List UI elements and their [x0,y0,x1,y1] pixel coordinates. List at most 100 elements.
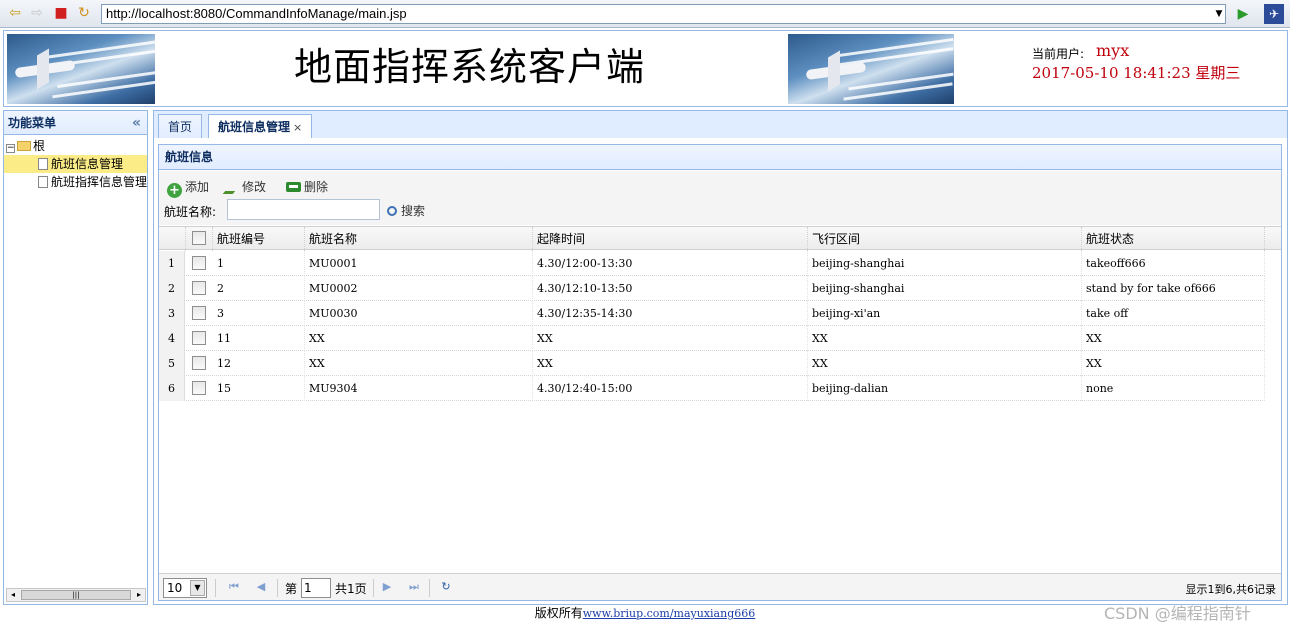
collapse-icon[interactable]: « [132,111,141,135]
stop-icon[interactable]: ■ [52,4,70,22]
tab-flight-info[interactable]: 航班信息管理 × [208,114,313,140]
add-button-label: 添加 [185,180,210,194]
table-cell-id: 2 [213,276,305,301]
divider [373,579,374,597]
row-number: 1 [159,251,185,276]
prev-page-icon[interactable]: ◀ [254,579,268,595]
row-checkbox[interactable] [192,381,206,395]
tab-label: 首页 [168,120,193,134]
scrollbar-thumb[interactable]: ||| [21,590,131,600]
column-header[interactable]: 航班编号 [213,227,305,251]
select-all-cell [186,227,213,251]
row-checkbox[interactable] [192,281,206,295]
row-checkbox[interactable] [192,306,206,320]
column-header[interactable]: 飞行区间 [808,227,1082,251]
close-icon[interactable]: × [293,121,302,134]
select-all-checkbox[interactable] [192,231,206,245]
function-menu-title: 功能菜单 [8,116,57,130]
row-checkbox[interactable] [192,331,206,345]
go-icon[interactable]: ▶ [1234,5,1252,23]
flight-name-search-input[interactable] [227,199,380,220]
edit-button-label: 修改 [242,180,267,194]
watermark: CSDN @编程指南针 [1104,604,1251,623]
column-header[interactable]: 航班状态 [1082,227,1265,251]
address-bar[interactable]: http://localhost:8080/CommandInfoManage/… [101,4,1226,24]
datetime-display: 2017-05-10 18:41:23 星期三 [1032,64,1241,82]
page-number-input[interactable]: 1 [301,578,331,598]
table-cell-time: 4.30/12:40-15:00 [533,376,808,401]
address-dropdown-icon[interactable]: ▼ [1211,4,1227,24]
folder-icon [17,141,31,151]
scroll-right-icon[interactable]: ▸ [133,589,145,601]
table-cell-status: XX [1082,351,1265,376]
table-row[interactable]: 2 2 MU0002 4.30/12:10-13:50 beijing-shanghai… [159,276,1265,301]
table-cell-name: MU0002 [305,276,533,301]
table-row[interactable]: 5 12 XX XX XX XX [159,351,1265,376]
app-header: 地面指挥系统客户端 当前用户: myx 2017-05-10 18:41:23 … [3,30,1288,107]
table-cell-id: 3 [213,301,305,326]
current-user-label: 当前用户: [1032,47,1085,61]
tab-home[interactable]: 首页 [158,114,203,139]
table-row[interactable]: 3 3 MU0030 4.30/12:35-14:30 beijing-xi'an tak… [159,301,1265,326]
sidebar-item-flight-info[interactable]: 航班信息管理 [4,155,147,173]
horizontal-scrollbar[interactable]: ◂ ||| ▸ [6,588,146,602]
toolbar: + 添加 修改 删除 航班名称: 搜索 [159,171,1281,225]
delete-button[interactable]: 删除 [286,177,328,197]
browser-toolbar: ⇦ ⇨ ■ ↻ http://localhost:8080/CommandInf… [0,0,1290,28]
next-page-icon[interactable]: ▶ [380,579,394,595]
page-total: 共1页 [335,582,367,596]
table-cell-time: XX [533,326,808,351]
sidebar-item-flight-command[interactable]: 航班指挥信息管理 [4,173,147,191]
table-cell-route: beijing-xi'an [808,301,1082,326]
edit-button[interactable]: 修改 [222,177,267,197]
table-row[interactable]: 6 15 MU9304 4.30/12:40-15:00 beijing-dalian n… [159,376,1265,401]
refresh-icon[interactable]: ↻ [75,4,93,22]
table-cell-route: beijing-dalian [808,376,1082,401]
table-cell-time: XX [533,351,808,376]
row-checkbox[interactable] [192,256,206,270]
search-button-label: 搜索 [401,204,426,218]
page-prefix: 第 [285,582,298,596]
table-row[interactable]: 4 11 XX XX XX XX [159,326,1265,351]
row-number: 3 [159,301,185,326]
tab-label: 航班信息管理 [218,120,291,134]
table-cell-time: 4.30/12:00-13:30 [533,251,808,276]
add-button[interactable]: + 添加 [167,177,210,198]
delete-icon [286,182,301,192]
pagination: 10 ▼ ⏮ ◀ 第 1 共1页 ▶ ⏭ ↻ 显示1到6,共6记录 [159,573,1281,600]
tree-root[interactable]: − 根 [6,138,45,154]
back-icon[interactable]: ⇦ [6,4,24,22]
refresh-icon[interactable]: ↻ [439,579,453,595]
tree-toggle-icon[interactable]: − [6,144,15,153]
table-cell-id: 1 [213,251,305,276]
last-page-icon[interactable]: ⏭ [407,579,421,595]
table-cell-name: MU0030 [305,301,533,326]
table-cell-id: 15 [213,376,305,401]
footer: 版权所有www.briup.com/mayuxiang666 [0,605,1290,629]
copyright-link[interactable]: www.briup.com/mayuxiang666 [583,607,756,620]
table-cell-id: 12 [213,351,305,376]
divider [215,579,216,597]
app-icon[interactable]: ✈ [1264,4,1284,24]
table-row[interactable]: 1 1 MU0001 4.30/12:00-13:30 beijing-shanghai… [159,251,1265,276]
function-menu-header: 功能菜单 « [4,111,147,135]
column-header[interactable]: 起降时间 [533,227,808,251]
page-size-select[interactable]: 10 ▼ [163,578,207,598]
first-page-icon[interactable]: ⏮ [227,579,241,595]
table-cell-status: XX [1082,326,1265,351]
delete-button-label: 删除 [304,180,329,194]
column-header[interactable]: 航班名称 [305,227,533,251]
tree-root-label: 根 [33,139,46,153]
sidebar-item-label: 航班信息管理 [51,157,124,171]
table-cell-time: 4.30/12:35-14:30 [533,301,808,326]
forward-icon[interactable]: ⇨ [28,4,46,22]
panel-title: 航班信息 [159,145,1281,170]
rownum-header [159,227,186,251]
search-button[interactable]: 搜索 [387,202,425,219]
table-cell-route: beijing-shanghai [808,251,1082,276]
chevron-down-icon[interactable]: ▼ [190,580,205,596]
row-number: 6 [159,376,185,401]
document-icon [38,158,48,170]
row-checkbox[interactable] [192,356,206,370]
scroll-left-icon[interactable]: ◂ [7,589,19,601]
